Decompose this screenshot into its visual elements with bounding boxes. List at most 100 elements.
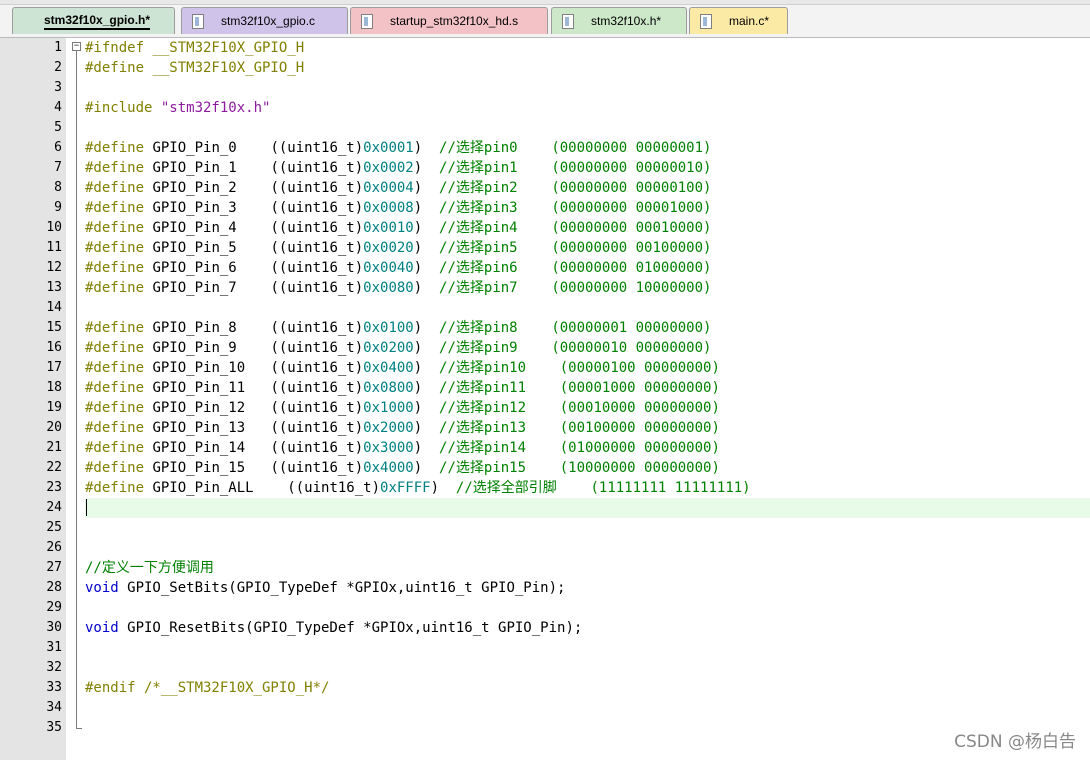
line-number: 7 [54,160,62,175]
code-line[interactable]: #define GPIO_Pin_11 ((uint16_t)0x0800) /… [85,378,1090,398]
code-token: 0x0400 [363,360,414,376]
code-token: 0x0002 [363,160,414,176]
tab-stm32f10x-gpio-h[interactable]: stm32f10x_gpio.h* [12,7,175,34]
code-token: //选择pin0 (00000000 00000001) [439,140,712,156]
line-number: 29 [46,600,62,615]
code-line[interactable] [85,298,1090,318]
code-token: ) [413,400,440,416]
code-line[interactable] [85,518,1090,538]
file-icon [562,13,574,29]
line-number: 28 [46,580,62,595]
line-number: 11 [46,240,62,255]
code-line[interactable]: #define GPIO_Pin_13 ((uint16_t)0x2000) /… [85,418,1090,438]
code-token: 0x2000 [363,420,414,436]
tab-stm32f10x-gpio-c[interactable]: stm32f10x_gpio.c [181,7,348,34]
code-line[interactable]: #define GPIO_Pin_4 ((uint16_t)0x0010) //… [85,218,1090,238]
code-editor[interactable]: 1 2 3 4 5 6 7 8 9 10 11 12 13 14 15 16 17 18 19 20 21 22 23 24 2… [0,38,1090,760]
code-line[interactable]: #define GPIO_Pin_5 ((uint16_t)0x0020) //… [85,238,1090,258]
code-line[interactable] [85,658,1090,678]
code-token: void [85,580,119,596]
line-number: 33 [46,680,62,695]
code-line[interactable] [85,638,1090,658]
code-token: //选择pin13 (00100000 00000000) [439,420,720,436]
code-line[interactable] [85,498,1090,518]
line-number: 6 [54,140,62,155]
code-token: //选择pin5 (00000000 00100000) [439,240,712,256]
line-number: 22 [46,460,62,475]
code-token: //选择pin7 (00000000 10000000) [439,280,712,296]
code-token: GPIO_Pin_2 ((uint16_t) [152,180,364,196]
code-line[interactable]: #define GPIO_Pin_ALL ((uint16_t)0xFFFF) … [85,478,1090,498]
code-token: 0x0004 [363,180,414,196]
code-line[interactable] [85,538,1090,558]
code-token: 0x0008 [363,200,414,216]
code-line[interactable]: void GPIO_ResetBits(GPIO_TypeDef *GPIOx,… [85,618,1090,638]
code-token: //选择全部引脚 (11111111 11111111) [455,480,751,496]
code-line[interactable]: //定义一下方便调用 [85,558,1090,578]
line-number: 35 [46,720,62,735]
code-token: ) [413,320,440,336]
code-token: ) [413,440,440,456]
code-line[interactable]: #define GPIO_Pin_2 ((uint16_t)0x0004) //… [85,178,1090,198]
code-token: #define [85,440,153,456]
code-token: GPIO_Pin_6 ((uint16_t) [152,260,364,276]
code-token: ) [413,140,440,156]
code-line[interactable]: #define GPIO_Pin_15 ((uint16_t)0x4000) /… [85,458,1090,478]
file-icon [192,13,204,29]
code-token: //选择pin4 (00000000 00010000) [439,220,712,236]
code-token: 0x0020 [363,240,414,256]
code-line[interactable] [85,698,1090,718]
code-line[interactable] [85,78,1090,98]
code-line[interactable]: #define GPIO_Pin_12 ((uint16_t)0x1000) /… [85,398,1090,418]
code-token: GPIO_Pin_3 ((uint16_t) [152,200,364,216]
tab-main-c[interactable]: main.c* [689,7,788,34]
line-number: 27 [46,560,62,575]
code-line[interactable]: #define GPIO_Pin_1 ((uint16_t)0x0002) //… [85,158,1090,178]
code-token: ) [413,460,440,476]
code-line[interactable]: #define GPIO_Pin_0 ((uint16_t)0x0001) //… [85,138,1090,158]
code-line[interactable]: #define GPIO_Pin_3 ((uint16_t)0x0008) //… [85,198,1090,218]
code-token: GPIO_Pin_14 ((uint16_t) [152,440,364,456]
code-token: GPIO_Pin_0 ((uint16_t) [152,140,364,156]
code-line[interactable]: #ifndef __STM32F10X_GPIO_H [85,38,1090,58]
code-token: #define [85,400,153,416]
code-token: #define [85,460,153,476]
code-line[interactable] [85,598,1090,618]
line-number: 25 [46,520,62,535]
code-token: GPIO_Pin_ALL ((uint16_t) [152,480,381,496]
code-line[interactable]: #define __STM32F10X_GPIO_H [85,58,1090,78]
code-token: //选择pin15 (10000000 00000000) [439,460,720,476]
text-caret [86,499,87,516]
code-token: #ifndef __STM32F10X_GPIO_H [85,40,305,56]
code-token: //选择pin2 (00000000 00000100) [439,180,712,196]
line-number: 34 [46,700,62,715]
tab-startup-stm32f10x-hd-s[interactable]: startup_stm32f10x_hd.s [350,7,548,34]
fold-guide [76,51,77,728]
code-line[interactable]: #define GPIO_Pin_7 ((uint16_t)0x0080) //… [85,278,1090,298]
code-token: ) [413,260,440,276]
fold-collapse-icon[interactable]: − [72,42,81,51]
code-line[interactable]: #include "stm32f10x.h" [85,98,1090,118]
code-token: #define [85,380,153,396]
code-line[interactable]: #define GPIO_Pin_6 ((uint16_t)0x0040) //… [85,258,1090,278]
code-token: //定义一下方便调用 [85,560,214,576]
code-token: GPIO_Pin_13 ((uint16_t) [152,420,364,436]
tab-stm32f10x-h[interactable]: stm32f10x.h* [551,7,687,34]
code-token: //选择pin9 (00000010 00000000) [439,340,712,356]
tab-label: stm32f10x_gpio.c [221,14,316,28]
fold-margin: − [72,38,86,760]
fold-end-marker [76,728,82,729]
code-line[interactable] [85,118,1090,138]
code-token: #define [85,360,153,376]
code-line[interactable]: void GPIO_SetBits(GPIO_TypeDef *GPIOx,ui… [85,578,1090,598]
code-token: 0x0100 [363,320,414,336]
code-token: //选择pin3 (00000000 00001000) [439,200,712,216]
code-line[interactable]: #define GPIO_Pin_10 ((uint16_t)0x0400) /… [85,358,1090,378]
code-line[interactable]: #define GPIO_Pin_14 ((uint16_t)0x3000) /… [85,438,1090,458]
code-token: #define [85,160,153,176]
code-line[interactable] [85,718,1090,738]
code-token: GPIO_Pin_10 ((uint16_t) [152,360,364,376]
code-line[interactable]: #define GPIO_Pin_9 ((uint16_t)0x0200) //… [85,338,1090,358]
code-line[interactable]: #endif /*__STM32F10X_GPIO_H*/ [85,678,1090,698]
code-line[interactable]: #define GPIO_Pin_8 ((uint16_t)0x0100) //… [85,318,1090,338]
